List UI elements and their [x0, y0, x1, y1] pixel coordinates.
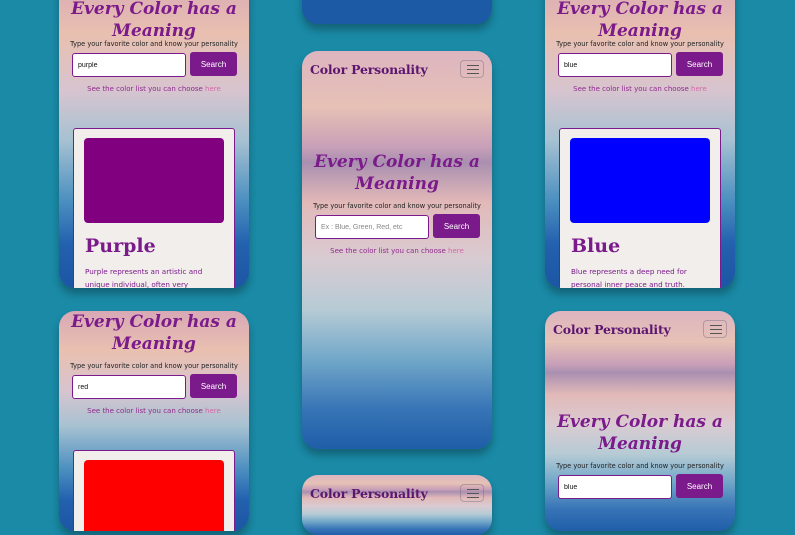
color-name: Blue: [571, 235, 621, 257]
result-card: Purple Purple represents an artistic and…: [73, 128, 235, 288]
here-link[interactable]: here: [205, 85, 221, 93]
phone-mockup-red: Every Color has a Meaning Type your favo…: [59, 311, 249, 531]
subtitle: Type your favorite color and know your p…: [70, 362, 238, 370]
hamburger-icon: [710, 325, 722, 334]
color-swatch: [84, 138, 224, 223]
phone-mockup-cropped-bottom: Color Personality: [302, 475, 492, 535]
phone-mockup-blue: Every Color has a Meaning Type your favo…: [545, 0, 735, 288]
color-swatch: [570, 138, 710, 223]
search-button[interactable]: Search: [676, 474, 723, 498]
here-link[interactable]: here: [205, 407, 221, 415]
here-link[interactable]: here: [448, 247, 464, 255]
search-button[interactable]: Search: [433, 214, 480, 238]
phone-mockup-home-blue: Color Personality Every Color has a Mean…: [545, 311, 735, 531]
search-button[interactable]: Search: [190, 374, 237, 398]
menu-toggle-button[interactable]: [460, 484, 484, 502]
subtitle: Type your favorite color and know your p…: [313, 202, 481, 210]
color-search-input[interactable]: [72, 375, 186, 399]
color-list-hint: See the color list you can choose here: [545, 85, 735, 93]
hint-text: See the color list you can choose: [330, 247, 446, 255]
phone-mockup-home: Color Personality Every Color has a Mean…: [302, 51, 492, 449]
color-list-hint: See the color list you can choose here: [302, 247, 492, 255]
phone-mockup-purple: Every Color has a Meaning Type your favo…: [59, 0, 249, 288]
hero-title: Every Color has a Meaning: [314, 152, 480, 194]
brand-logo[interactable]: Color Personality: [553, 322, 671, 337]
search-button[interactable]: Search: [190, 52, 237, 76]
result-card: [73, 450, 235, 531]
color-list-hint: See the color list you can choose here: [59, 407, 249, 415]
hamburger-icon: [467, 489, 479, 498]
color-description: Blue represents a deep need for personal…: [571, 267, 687, 288]
phone-mockup-cropped-top: [302, 0, 492, 24]
color-description: Purple represents an artistic and unique…: [85, 267, 203, 288]
subtitle: Type your favorite color and know your p…: [70, 40, 238, 48]
color-search-input[interactable]: [315, 215, 429, 239]
hero-title: Every Color has a Meaning: [71, 312, 237, 354]
color-search-input[interactable]: [72, 53, 186, 77]
color-swatch: [84, 460, 224, 531]
search-button[interactable]: Search: [676, 52, 723, 76]
subtitle: Type your favorite color and know your p…: [556, 40, 724, 48]
color-name: Purple: [85, 235, 156, 257]
hero-title: Every Color has a Meaning: [71, 0, 237, 41]
brand-logo[interactable]: Color Personality: [310, 62, 428, 77]
hint-text: See the color list you can choose: [87, 407, 203, 415]
color-list-hint: See the color list you can choose here: [59, 85, 249, 93]
subtitle: Type your favorite color and know your p…: [556, 462, 724, 470]
color-search-input[interactable]: [558, 475, 672, 499]
hero-title: Every Color has a Meaning: [557, 0, 723, 41]
menu-toggle-button[interactable]: [460, 60, 484, 78]
hamburger-icon: [467, 65, 479, 74]
hint-text: See the color list you can choose: [87, 85, 203, 93]
navbar: Color Personality: [302, 475, 492, 513]
navbar: Color Personality: [545, 311, 735, 349]
navbar: Color Personality: [302, 51, 492, 89]
hint-text: See the color list you can choose: [573, 85, 689, 93]
hero-title: Every Color has a Meaning: [557, 412, 723, 454]
result-card: Blue Blue represents a deep need for per…: [559, 128, 721, 288]
color-search-input[interactable]: [558, 53, 672, 77]
here-link[interactable]: here: [691, 85, 707, 93]
menu-toggle-button[interactable]: [703, 320, 727, 338]
